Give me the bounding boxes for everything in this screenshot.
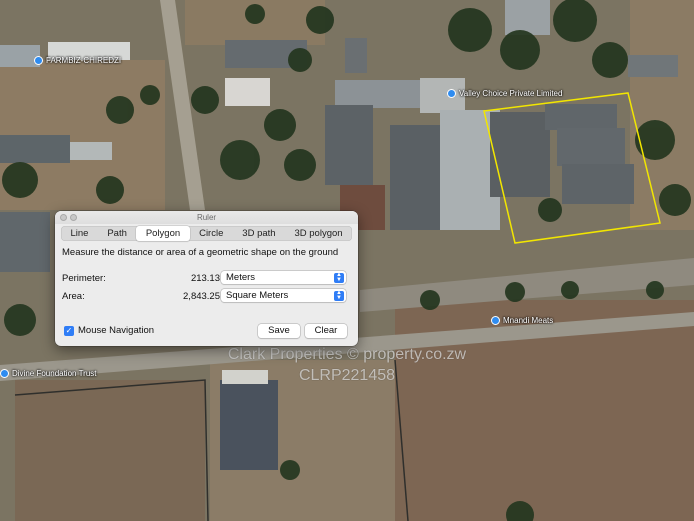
perimeter-label: Perimeter: [62,272,106,284]
dry-field-lower-left [15,380,205,521]
tree [264,109,296,141]
perimeter-unit-select[interactable]: Meters ▲ ▼ [221,271,346,284]
tree [420,290,440,310]
building [562,164,634,204]
area-value: 2,843.25 [183,290,220,302]
tab-3d-path[interactable]: 3D path [233,226,285,241]
save-button[interactable]: Save [258,324,300,338]
tab-circle[interactable]: Circle [190,226,233,241]
area-unit: Square Meters [226,290,289,301]
minimize-window-button[interactable] [70,214,77,221]
chevron-updown-icon: ▲ ▼ [334,272,344,283]
tree [538,198,562,222]
tab-3d-polygon[interactable]: 3D polygon [285,226,352,241]
tree [659,184,691,216]
building [0,135,70,163]
ruler-description: Measure the distance or area of a geomet… [62,247,339,258]
place-label-mnandi-meats[interactable]: Mnandi Meats [491,316,553,325]
perimeter-value: 213.13 [190,272,220,284]
ruler-dialog: Ruler Line Path Polygon Circle 3D path 3… [55,211,358,346]
place-label-valley-choice[interactable]: Valley Choice Private Limited [447,89,562,98]
tree [448,8,492,52]
tree [220,140,260,180]
ruler-titlebar[interactable]: Ruler [55,211,358,224]
tree [245,4,265,24]
tree [191,86,219,114]
building [557,128,625,166]
tree [106,96,134,124]
building [505,0,550,35]
tree [553,0,597,42]
tree [505,282,525,302]
tree [646,281,664,299]
measure-mode-tabs: Line Path Polygon Circle 3D path 3D poly… [61,226,352,241]
building [325,105,373,185]
building [345,38,367,73]
location-pin-icon [447,89,456,98]
area-row: Area: 2,843.25 [62,289,220,303]
area-label: Area: [62,290,85,302]
place-name: Valley Choice Private Limited [459,89,563,98]
building [545,104,617,130]
perimeter-unit: Meters [226,272,256,283]
tab-path[interactable]: Path [98,226,136,241]
building [335,80,420,108]
building [490,112,550,197]
tree [592,42,628,78]
tree [500,30,540,70]
checkbox-checked-icon[interactable]: ✓ [64,325,74,336]
chevron-updown-icon: ▲ ▼ [334,290,344,301]
building [70,142,112,160]
close-window-button[interactable] [60,214,67,221]
place-label-farmbiz[interactable]: FARMBIZ-CHIREDZI [34,56,121,65]
location-pin-icon [34,56,43,65]
tree [635,120,675,160]
window-controls [60,214,77,221]
mouse-navigation-toggle[interactable]: ✓ Mouse Navigation [64,325,154,336]
tab-line[interactable]: Line [61,226,98,241]
tree [96,176,124,204]
place-name: Mnandi Meats [503,316,554,325]
mouse-navigation-label: Mouse Navigation [78,325,155,336]
watermark-line-2: CLRP221458 [298,367,396,384]
tab-polygon[interactable]: Polygon [136,226,190,241]
tree [140,85,160,105]
tree [284,149,316,181]
place-name: FARMBIZ-CHIREDZI [46,56,122,65]
perimeter-row: Perimeter: 213.13 [62,271,220,285]
area-unit-select[interactable]: Square Meters ▲ ▼ [221,289,346,302]
building [225,78,270,106]
clear-button[interactable]: Clear [305,324,347,338]
ruler-title: Ruler [196,213,217,222]
tree [561,281,579,299]
watermark-line-1: Clark Properties © property.co.zw [227,346,467,363]
building [0,212,50,272]
building [220,380,278,470]
tree [280,460,300,480]
tree [306,6,334,34]
location-pin-icon [491,316,500,325]
tree [288,48,312,72]
tree [4,304,36,336]
building [628,55,678,77]
tree [2,162,38,198]
